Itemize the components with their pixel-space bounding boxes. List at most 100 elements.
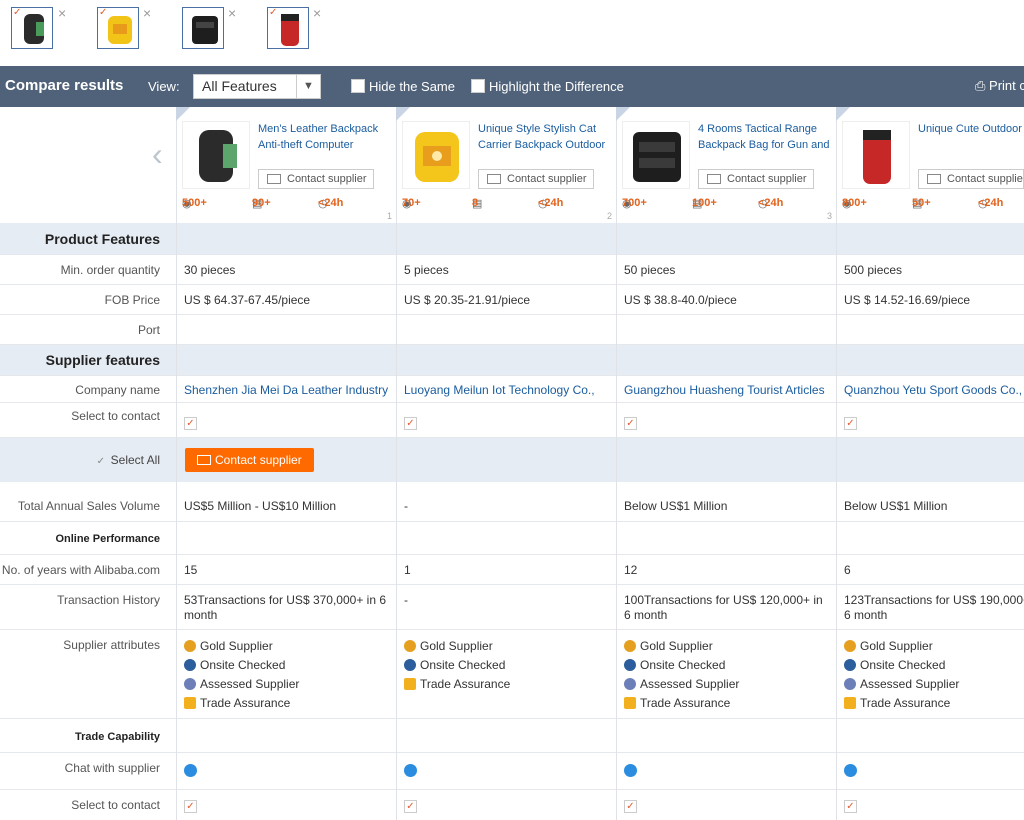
attribute-trade-assurance: Trade Assurance	[184, 694, 396, 713]
chevron-down-icon[interactable]: ▼	[296, 75, 320, 98]
thumbnail-check-icon: ✓	[13, 7, 22, 18]
thumbnail-backpack-yellow-cat[interactable]: ✓	[97, 7, 139, 49]
attribute-gold-supplier: Gold Supplier	[404, 637, 616, 656]
chat-icon[interactable]	[404, 764, 417, 777]
assessed-supplier-icon	[844, 678, 856, 690]
product-image[interactable]	[842, 121, 910, 189]
hide-same-label[interactable]: Hide the Same	[369, 79, 455, 94]
response-time: <24h	[978, 197, 1004, 209]
contact-supplier-button[interactable]: Contact supplier	[185, 448, 314, 472]
product-contact-button[interactable]: Contact supplier	[258, 169, 374, 189]
thumbnail-backpack-red[interactable]: ✓	[267, 7, 309, 49]
table-row-transactions: Transaction History 53Transactions for U…	[0, 585, 1024, 630]
transactions-line: 53Transactions for US$ 370,000+ in 6	[184, 593, 387, 607]
table-row-years: No. of years with Alibaba.com 15 1 12 6	[0, 555, 1024, 585]
product-card: Men's Leather Backpack Anti-theft Comput…	[176, 107, 396, 223]
print-label: Print c	[989, 78, 1024, 93]
thumbnail-backpack-tactical[interactable]	[182, 7, 224, 49]
backpack-image	[192, 16, 218, 44]
product-title-link[interactable]: Unique Style Stylish Cat Carrier Backpac…	[478, 121, 613, 153]
product-contact-button[interactable]: Contact supplier	[698, 169, 814, 189]
chevron-left-icon[interactable]: ‹	[152, 138, 163, 170]
section-title: Trade Capability	[75, 731, 160, 743]
section-row-product-features: Product Features	[0, 223, 1024, 255]
fob-cell: US $ 38.8-40.0/piece	[624, 293, 737, 307]
section-title: Product Features	[44, 231, 160, 247]
chat-icon[interactable]	[624, 764, 637, 777]
transactions-line: 123Transactions for US$ 190,000+	[844, 593, 1024, 607]
section-row-trade-capability: Trade Capability	[0, 719, 1024, 753]
thumbnail-backpack-black-leather[interactable]: ✓	[11, 7, 53, 49]
chat-cell	[836, 764, 1024, 781]
row-label: Chat with supplier	[64, 761, 160, 775]
select-contact-checkbox[interactable]: ✓	[624, 417, 637, 430]
select-contact-cell: ✓	[396, 798, 616, 813]
section-title: Supplier features	[45, 352, 160, 368]
response-time: <24h	[758, 197, 784, 209]
card-corner-marker	[616, 107, 630, 121]
transactions-cell: 123Transactions for US$ 190,000+ 6 month	[836, 593, 1024, 623]
attribute-assessed-supplier: Assessed Supplier	[184, 675, 396, 694]
attributes-cell: Gold Supplier Onsite Checked Assessed Su…	[176, 637, 396, 713]
hide-same-checkbox[interactable]	[351, 79, 365, 93]
years-cell: 15	[184, 563, 198, 577]
remove-thumbnail-icon[interactable]: ×	[228, 6, 236, 20]
product-contact-button[interactable]: Contact supplier	[478, 169, 594, 189]
onsite-checked-icon	[844, 659, 856, 671]
backpack-image	[199, 130, 237, 182]
select-contact-checkbox[interactable]: ✓	[404, 417, 417, 430]
table-row-port: Port	[0, 315, 1024, 345]
row-label: Transaction History	[57, 593, 160, 607]
product-image[interactable]	[402, 121, 470, 189]
table-row-moq: Min. order quantity 30 pieces 5 pieces 5…	[0, 255, 1024, 285]
select-all-label[interactable]: ✓ Select All	[0, 453, 176, 469]
product-title-link[interactable]: Unique Cute Outdoor Adventure Floating R…	[918, 121, 1024, 153]
attributes-cell: Gold Supplier Onsite Checked Assessed Su…	[836, 637, 1024, 713]
company-link[interactable]: Shenzhen Jia Mei Da Leather Industry	[176, 383, 391, 398]
gold-supplier-icon	[624, 640, 636, 652]
annual-sales-cell: US$5 Million - US$10 Million	[184, 499, 337, 513]
remove-thumbnail-icon[interactable]: ×	[313, 6, 321, 20]
remove-thumbnail-icon[interactable]: ×	[58, 6, 66, 20]
select-contact-checkbox[interactable]: ✓	[404, 800, 417, 813]
highlight-difference-label[interactable]: Highlight the Difference	[489, 79, 624, 94]
card-corner-marker	[836, 107, 850, 121]
product-image[interactable]	[622, 121, 690, 189]
product-contact-button[interactable]: Contact supplier	[918, 169, 1024, 189]
select-contact-checkbox[interactable]: ✓	[184, 417, 197, 430]
product-stats: ◉ 800+ ▤ 50+ ◷ <24h	[842, 197, 1024, 211]
table-row-annual-sales: Total Annual Sales Volume US$5 Million -…	[0, 491, 1024, 522]
attribute-onsite-checked: Onsite Checked	[624, 656, 836, 675]
inquiries-count: 8	[472, 197, 479, 209]
chat-icon[interactable]	[184, 764, 197, 777]
print-button[interactable]: ⎙ Print c	[975, 78, 1024, 94]
product-title-link[interactable]: Men's Leather Backpack Anti-theft Comput…	[258, 121, 393, 153]
chat-cell	[176, 764, 396, 781]
envelope-icon	[487, 174, 501, 184]
remove-thumbnail-icon[interactable]: ×	[143, 6, 151, 20]
backpack-image	[863, 130, 891, 184]
product-image[interactable]	[182, 121, 250, 189]
product-card: Unique Style Stylish Cat Carrier Backpac…	[396, 107, 616, 223]
product-title-link[interactable]: 4 Rooms Tactical Range Backpack Bag for …	[698, 121, 833, 153]
select-contact-checkbox[interactable]: ✓	[184, 800, 197, 813]
select-contact-checkbox[interactable]: ✓	[624, 800, 637, 813]
transactions-cell: 100Transactions for US$ 120,000+ in 6 mon…	[616, 593, 836, 623]
view-select[interactable]: All Features ▼	[193, 74, 321, 99]
moq-cell: 500 pieces	[844, 263, 903, 277]
product-stats: ◉ 500+ ▤ 90+ ◷ <24h	[182, 197, 392, 211]
select-contact-checkbox[interactable]: ✓	[844, 800, 857, 813]
select-all-bar: ✓ Select All	[0, 438, 1024, 482]
select-all-checkbox[interactable]: ✓	[94, 456, 107, 469]
onsite-checked-icon	[184, 659, 196, 671]
trade-assurance-icon	[844, 697, 856, 709]
select-contact-checkbox[interactable]: ✓	[844, 417, 857, 430]
row-label: Company name	[75, 383, 160, 397]
highlight-difference-checkbox[interactable]	[471, 79, 485, 93]
company-link[interactable]: Quanzhou Yetu Sport Goods Co., L	[836, 383, 1024, 398]
select-all-text: Select All	[110, 453, 160, 467]
chat-icon[interactable]	[844, 764, 857, 777]
company-link[interactable]: Guangzhou Huasheng Tourist Articles	[616, 383, 831, 398]
thumbnail-check-icon: ✓	[269, 7, 278, 18]
company-link[interactable]: Luoyang Meilun Iot Technology Co.,	[396, 383, 611, 398]
